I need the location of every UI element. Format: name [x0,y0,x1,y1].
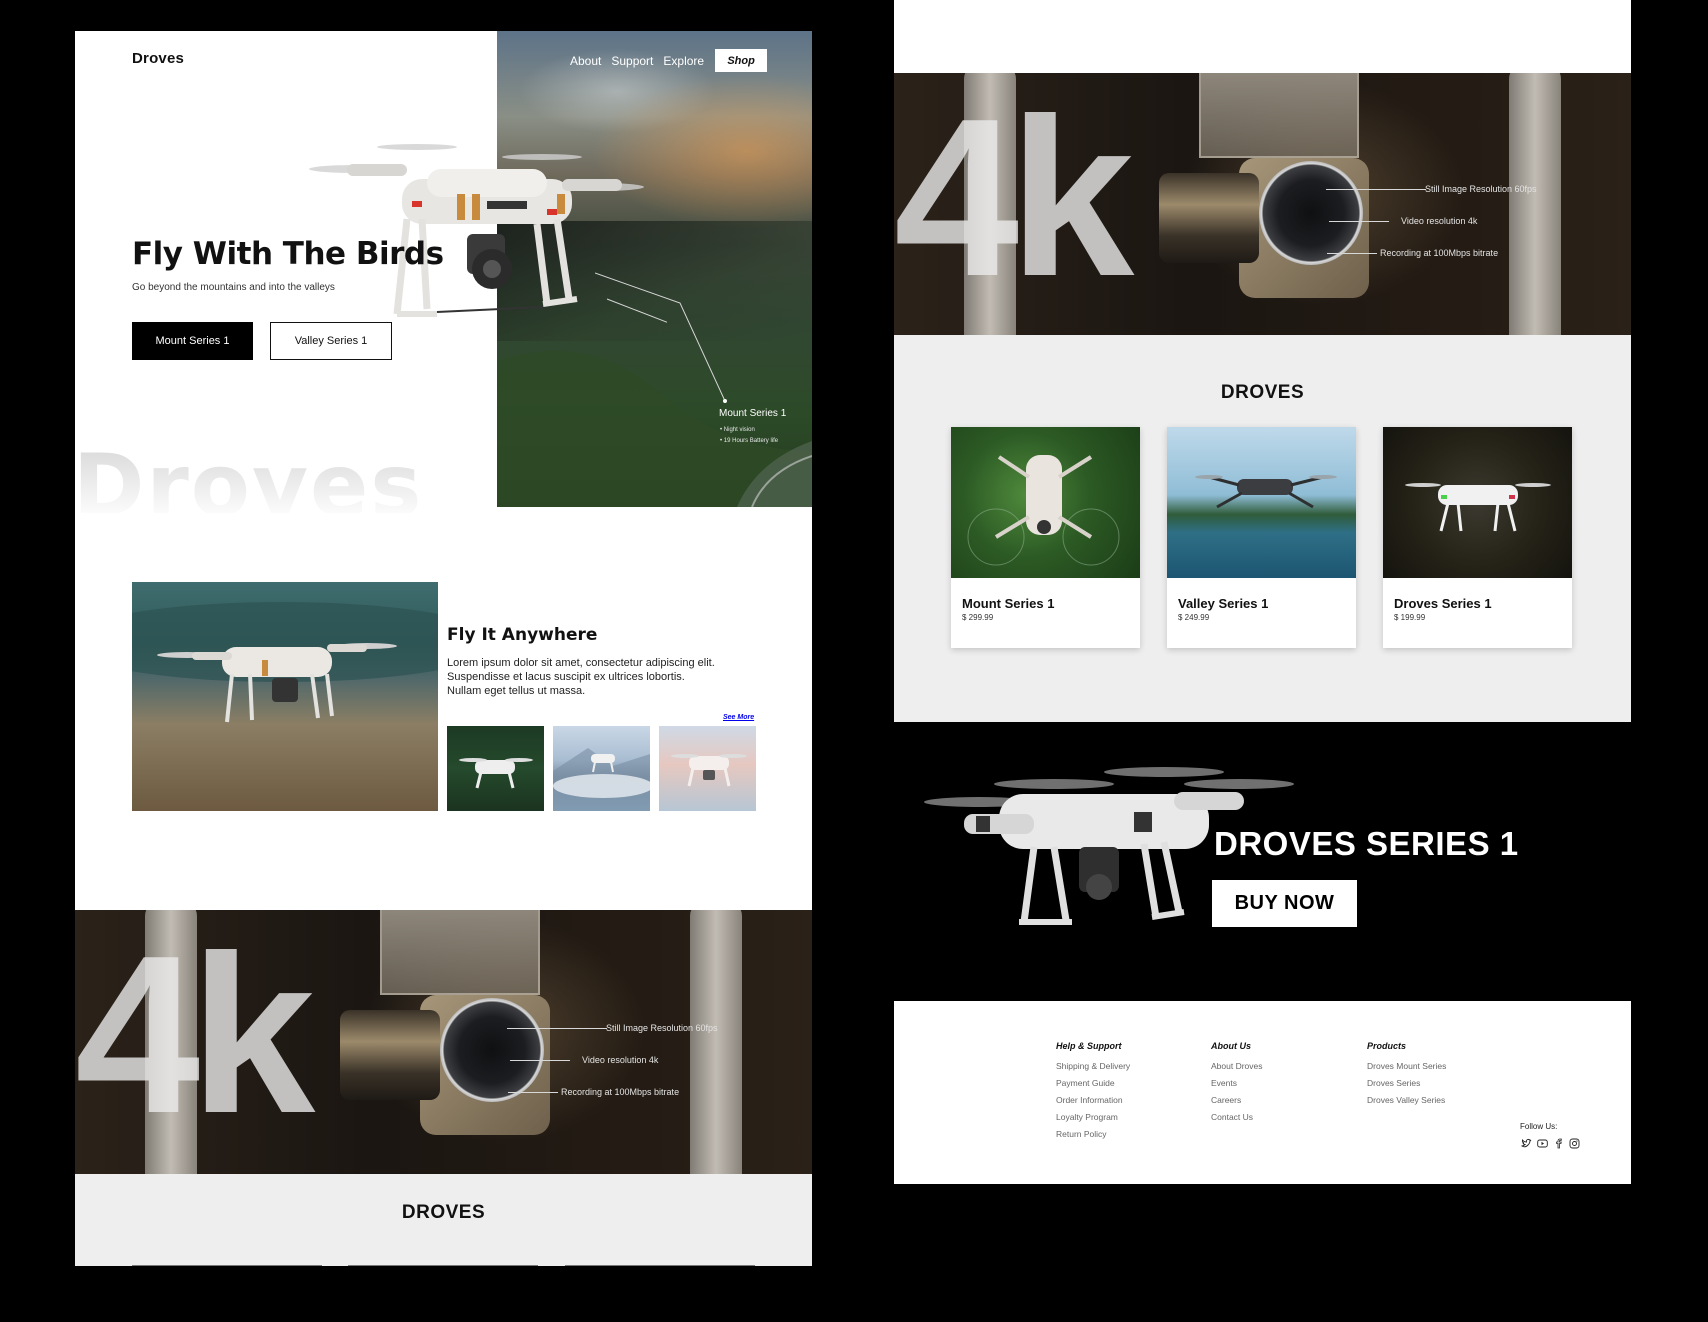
product-price: $ 299.99 [962,613,994,622]
promo-banner: DROVES SERIES 1 BUY NOW [894,722,1631,1001]
spec-still-image: Still Image Resolution 60fps [606,1023,718,1033]
shop-button[interactable]: Shop [715,49,768,72]
spec-recording: Recording at 100Mbps bitrate [1380,248,1499,258]
footer-link[interactable]: Careers [1211,1092,1263,1109]
products-title: DROVES [1220,382,1305,403]
footer-link[interactable]: Payment Guide [1056,1075,1130,1092]
product-image [1383,427,1572,578]
landing-page-left: Droves About Support Explore Shop Droves [75,31,812,1266]
product-price: $ 249.99 [1178,613,1210,622]
footer-col-title: Products [1367,1041,1407,1051]
spec-still-image: Still Image Resolution 60fps [1425,184,1537,194]
fly-anywhere-title: Fly It Anywhere [447,625,598,645]
gallery-thumbnail[interactable] [553,726,650,811]
camera-4k-section: 4k Still Image Resolution 60fps Video re… [75,910,812,1174]
callout-feature: • Night vision [720,427,755,433]
footer-link[interactable]: Contact Us [1211,1109,1263,1126]
product-name: Mount Series 1 [962,596,1055,611]
footer: Help & Support Shipping & Delivery Payme… [894,1001,1631,1184]
hero-title: Fly With The Birds [132,236,444,272]
product-card[interactable]: Droves Series 1 $ 199.99 [1383,427,1572,648]
callout-feature: • 19 Hours Battery life [720,438,779,444]
product-name: Droves Series 1 [1394,596,1492,611]
promo-title: DROVES SERIES 1 [1214,825,1519,862]
footer-link[interactable]: Loyalty Program [1056,1109,1130,1126]
product-card[interactable]: Valley Series 1 $ 249.99 [1167,427,1356,648]
product-image [1167,427,1356,578]
footer-link[interactable]: Events [1211,1075,1263,1092]
footer-col-about: About Us About Droves Events Careers Con… [1211,1041,1263,1126]
4k-headline: 4k [75,910,315,1160]
follow-us-label: Follow Us: [1520,1122,1558,1131]
valley-series-button[interactable]: Valley Series 1 [270,322,392,360]
mount-series-button[interactable]: Mount Series 1 [132,322,253,360]
callout-line [595,272,727,403]
see-more-link[interactable]: See More [723,714,754,721]
landing-page-right: 4k Still Image Resolution 60fps Video re… [894,0,1631,722]
footer-col-title: About Us [1211,1041,1251,1051]
footer-col-help: Help & Support Shipping & Delivery Payme… [1056,1041,1130,1143]
footer-link[interactable]: Droves Mount Series [1367,1058,1446,1075]
products-title-preview: DROVES [401,1202,486,1223]
fly-anywhere-photo [132,582,438,811]
spec-recording: Recording at 100Mbps bitrate [561,1087,680,1097]
hero-subtitle: Go beyond the mountains and into the val… [132,282,335,293]
buy-now-button[interactable]: BUY NOW [1212,880,1357,927]
products-section: DROVES Mount Series 1 $ 299.99 Valley Se… [894,335,1631,722]
footer-link[interactable]: About Droves [1211,1058,1263,1075]
4k-headline: 4k [894,73,1134,323]
main-nav: About Support Explore Shop [570,49,768,72]
callout-title: Mount Series 1 [719,408,787,419]
card-edge [132,1265,322,1266]
card-edge [565,1265,755,1266]
spec-video: Video resolution 4k [1401,216,1478,226]
footer-link[interactable]: Droves Series [1367,1075,1446,1092]
brand-logo[interactable]: Droves [132,50,184,67]
footer-link[interactable]: Order Information [1056,1092,1130,1109]
spec-video: Video resolution 4k [582,1055,659,1065]
fly-anywhere-body: Lorem ipsum dolor sit amet, consectetur … [447,657,715,697]
product-name: Valley Series 1 [1178,596,1269,611]
footer-link[interactable]: Droves Valley Series [1367,1092,1446,1109]
product-price: $ 199.99 [1394,613,1426,622]
footer-col-products: Products Droves Mount Series Droves Seri… [1367,1041,1446,1109]
gallery-thumbnail[interactable] [659,726,756,811]
footer-link[interactable]: Shipping & Delivery [1056,1058,1130,1075]
nav-support[interactable]: Support [611,54,653,68]
twitter-icon[interactable] [1520,1137,1532,1149]
social-links [1520,1137,1580,1149]
product-card[interactable]: Mount Series 1 $ 299.99 [951,427,1140,648]
card-edge [348,1265,538,1266]
facebook-icon[interactable] [1552,1137,1564,1149]
footer-link[interactable]: Return Policy [1056,1126,1130,1143]
callout-features: • Night vision • 19 Hours Battery life [720,425,778,447]
droves-watermark: Droves [75,443,424,513]
nav-explore[interactable]: Explore [663,54,704,68]
product-image [951,427,1140,578]
footer-col-title: Help & Support [1056,1041,1122,1051]
youtube-icon[interactable] [1536,1137,1548,1149]
instagram-icon[interactable] [1568,1137,1580,1149]
nav-about[interactable]: About [570,54,601,68]
gallery-thumbnail[interactable] [447,726,544,811]
camera-4k-section: 4k Still Image Resolution 60fps Video re… [894,73,1631,335]
